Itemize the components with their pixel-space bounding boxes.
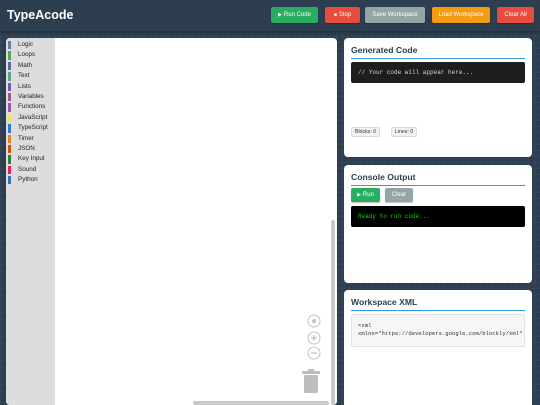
toolbox-category-loops[interactable]: Loops: [6, 50, 55, 60]
toolbox-category-math[interactable]: Math: [6, 61, 55, 71]
app-title: TypeAcode: [7, 8, 74, 22]
console-clear-button[interactable]: Clear: [385, 188, 413, 202]
save-workspace-button[interactable]: Save Workspace: [365, 7, 425, 23]
toolbox-category-sound[interactable]: Sound: [6, 165, 55, 175]
workspace-xml-output: <xml xmlns="https://developers.google.co…: [351, 314, 525, 347]
category-color-swatch: [8, 155, 11, 164]
toolbox-category-typescript[interactable]: TypeScript: [6, 123, 55, 133]
console-output-text: Ready to run code...: [358, 213, 431, 220]
run-code-label: Run Code: [283, 12, 311, 18]
category-label: Lists: [18, 82, 31, 90]
trash-icon[interactable]: [301, 368, 321, 394]
toolbox-category-python[interactable]: Python: [6, 175, 55, 185]
console-output-box: Ready to run code...: [351, 206, 525, 227]
category-label: Loops: [18, 51, 36, 59]
category-color-swatch: [8, 51, 11, 60]
category-label: Functions: [18, 103, 46, 111]
workspace-xml-title: Workspace XML: [351, 297, 525, 311]
category-label: Sound: [18, 165, 37, 173]
category-label: Variables: [18, 92, 44, 100]
clear-all-button[interactable]: Clear All: [497, 7, 534, 23]
console-run-button[interactable]: ▶ Run: [351, 188, 380, 202]
category-label: Python: [18, 176, 38, 184]
console-run-label: Run: [362, 192, 374, 198]
clear-all-label: Clear All: [504, 12, 527, 18]
category-label: Text: [18, 72, 30, 80]
toolbox-category-json[interactable]: JSON: [6, 144, 55, 154]
toolbox-category-timer[interactable]: Timer: [6, 134, 55, 144]
toolbox-category-key-input[interactable]: Key Input: [6, 154, 55, 164]
vertical-scrollbar[interactable]: [331, 220, 335, 405]
load-workspace-button[interactable]: Load Workspace: [432, 7, 490, 23]
toolbox-category-variables[interactable]: Variables: [6, 92, 55, 102]
console-clear-label: Clear: [391, 192, 407, 198]
toolbox-category-javascript[interactable]: JavaScript: [6, 113, 55, 123]
console-output-title: Console Output: [351, 172, 525, 186]
toolbox-category-functions[interactable]: Functions: [6, 102, 55, 112]
workspace-xml-panel: Workspace XML <xml xmlns="https://develo…: [344, 290, 532, 405]
category-color-swatch: [8, 176, 11, 185]
run-code-button[interactable]: ▶ Run Code: [271, 7, 318, 23]
category-color-swatch: [8, 124, 11, 133]
play-icon: ▶: [278, 12, 282, 18]
toolbox-category-text[interactable]: Text: [6, 71, 55, 81]
lines-count-badge: Lines: 0: [391, 127, 418, 137]
toolbox-category-logic[interactable]: Logic: [6, 40, 55, 50]
category-color-swatch: [8, 61, 11, 71]
category-color-swatch: [8, 134, 11, 143]
xml-line-1: <xml: [358, 322, 372, 329]
category-color-swatch: [8, 144, 11, 154]
zoom-in-icon[interactable]: [307, 331, 321, 345]
save-workspace-label: Save Workspace: [372, 12, 418, 18]
load-workspace-label: Load Workspace: [438, 12, 484, 18]
category-color-swatch: [8, 165, 11, 175]
console-output-panel: Console Output ▶ Run Clear Ready to run …: [344, 165, 532, 283]
xml-line-2: xmlns="https://developers.google.com/blo…: [358, 330, 523, 337]
generated-code-output: // Your code will appear here...: [351, 62, 525, 83]
blocks-count-badge: Blocks: 0: [351, 127, 381, 137]
generated-code-panel: Generated Code // Your code will appear …: [344, 38, 532, 157]
horizontal-scrollbar[interactable]: [193, 401, 329, 405]
category-label: Math: [18, 61, 32, 69]
top-toolbar: TypeAcode ▶ Run Code ■ Stop Save Workspa…: [0, 0, 540, 31]
category-label: Key Input: [18, 155, 45, 163]
category-color-swatch: [8, 113, 11, 123]
stop-button[interactable]: ■ Stop: [325, 7, 360, 23]
category-color-swatch: [8, 103, 11, 112]
category-label: Timer: [18, 134, 34, 142]
stop-icon: ■: [333, 12, 337, 18]
category-color-swatch: [8, 72, 11, 81]
generated-code-title: Generated Code: [351, 45, 525, 59]
toolbox-category-lists[interactable]: Lists: [6, 82, 55, 92]
category-label: JavaScript: [18, 113, 48, 121]
category-color-swatch: [8, 82, 11, 91]
toolbox: Logic Loops Math Text Lists Variables Function…: [6, 38, 55, 405]
blockly-workspace[interactable]: Logic Loops Math Text Lists Variables Function…: [6, 38, 337, 405]
category-label: JSON: [18, 144, 35, 152]
play-icon: ▶: [357, 192, 361, 198]
code-placeholder: // Your code will appear here...: [358, 69, 474, 76]
stop-label: Stop: [338, 12, 352, 18]
category-color-swatch: [8, 41, 11, 50]
category-label: TypeScript: [18, 124, 48, 132]
category-color-swatch: [8, 92, 11, 102]
recenter-icon[interactable]: [307, 314, 321, 328]
category-label: Logic: [18, 41, 34, 48]
zoom-out-icon[interactable]: [307, 346, 321, 360]
